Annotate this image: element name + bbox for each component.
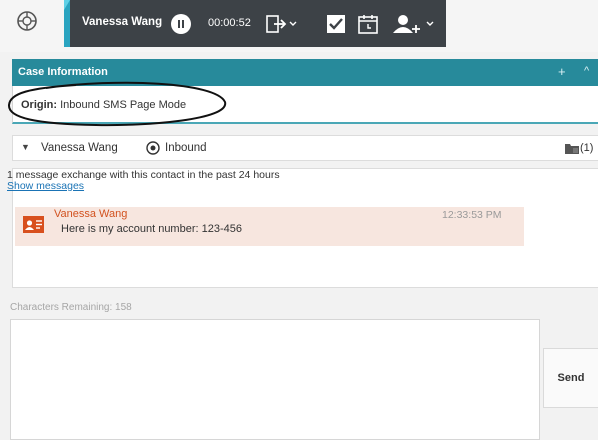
origin-label: Origin: [21,99,58,111]
consult-agent-icon[interactable] [391,12,437,36]
case-information-body: Origin: Inbound SMS Page Mode [12,86,598,124]
attachment-count[interactable]: (1) [580,142,593,154]
contact-name[interactable]: Vanessa Wang [41,142,118,154]
message-bubble: Vanessa Wang 12:33:53 PM Here is my acco… [15,207,524,246]
origin-field: Origin: Inbound SMS Page Mode [21,99,186,111]
collapse-case-button[interactable]: ^ [584,65,589,77]
contact-bar[interactable]: ▼ Vanessa Wang Inbound (1) [12,135,598,161]
interaction-contact-name[interactable]: Vanessa Wang [82,16,162,28]
done-check-icon[interactable] [325,13,347,35]
message-input[interactable] [10,319,540,440]
chevron-down-icon[interactable]: ▼ [21,142,30,152]
pause-icon[interactable] [171,14,191,34]
characters-remaining: Characters Remaining: 158 [10,302,132,313]
message-time: 12:33:53 PM [442,209,502,221]
transfer-icon[interactable] [265,12,299,36]
case-information-header[interactable]: Case Information + ^ [12,59,598,86]
case-information-title: Case Information [18,66,108,78]
add-case-data-button[interactable]: + [558,64,566,79]
interaction-tab-marker [64,0,70,47]
show-messages-link[interactable]: Show messages [7,180,84,192]
inbound-icon [146,141,160,155]
message-sender: Vanessa Wang [54,208,128,220]
interaction-timer: 00:00:52 [208,17,251,29]
origin-value: Inbound SMS Page Mode [60,99,187,111]
contact-direction: Inbound [165,142,207,154]
schedule-icon[interactable] [356,12,380,36]
message-text: Here is my account number: 123-456 [61,223,242,235]
attachments-icon[interactable] [564,142,580,155]
send-button[interactable]: Send [543,348,598,408]
top-toolbar: Vanessa Wang 00:00:52 [0,0,598,52]
contact-card-icon [23,216,44,233]
globe-icon[interactable] [14,8,40,34]
